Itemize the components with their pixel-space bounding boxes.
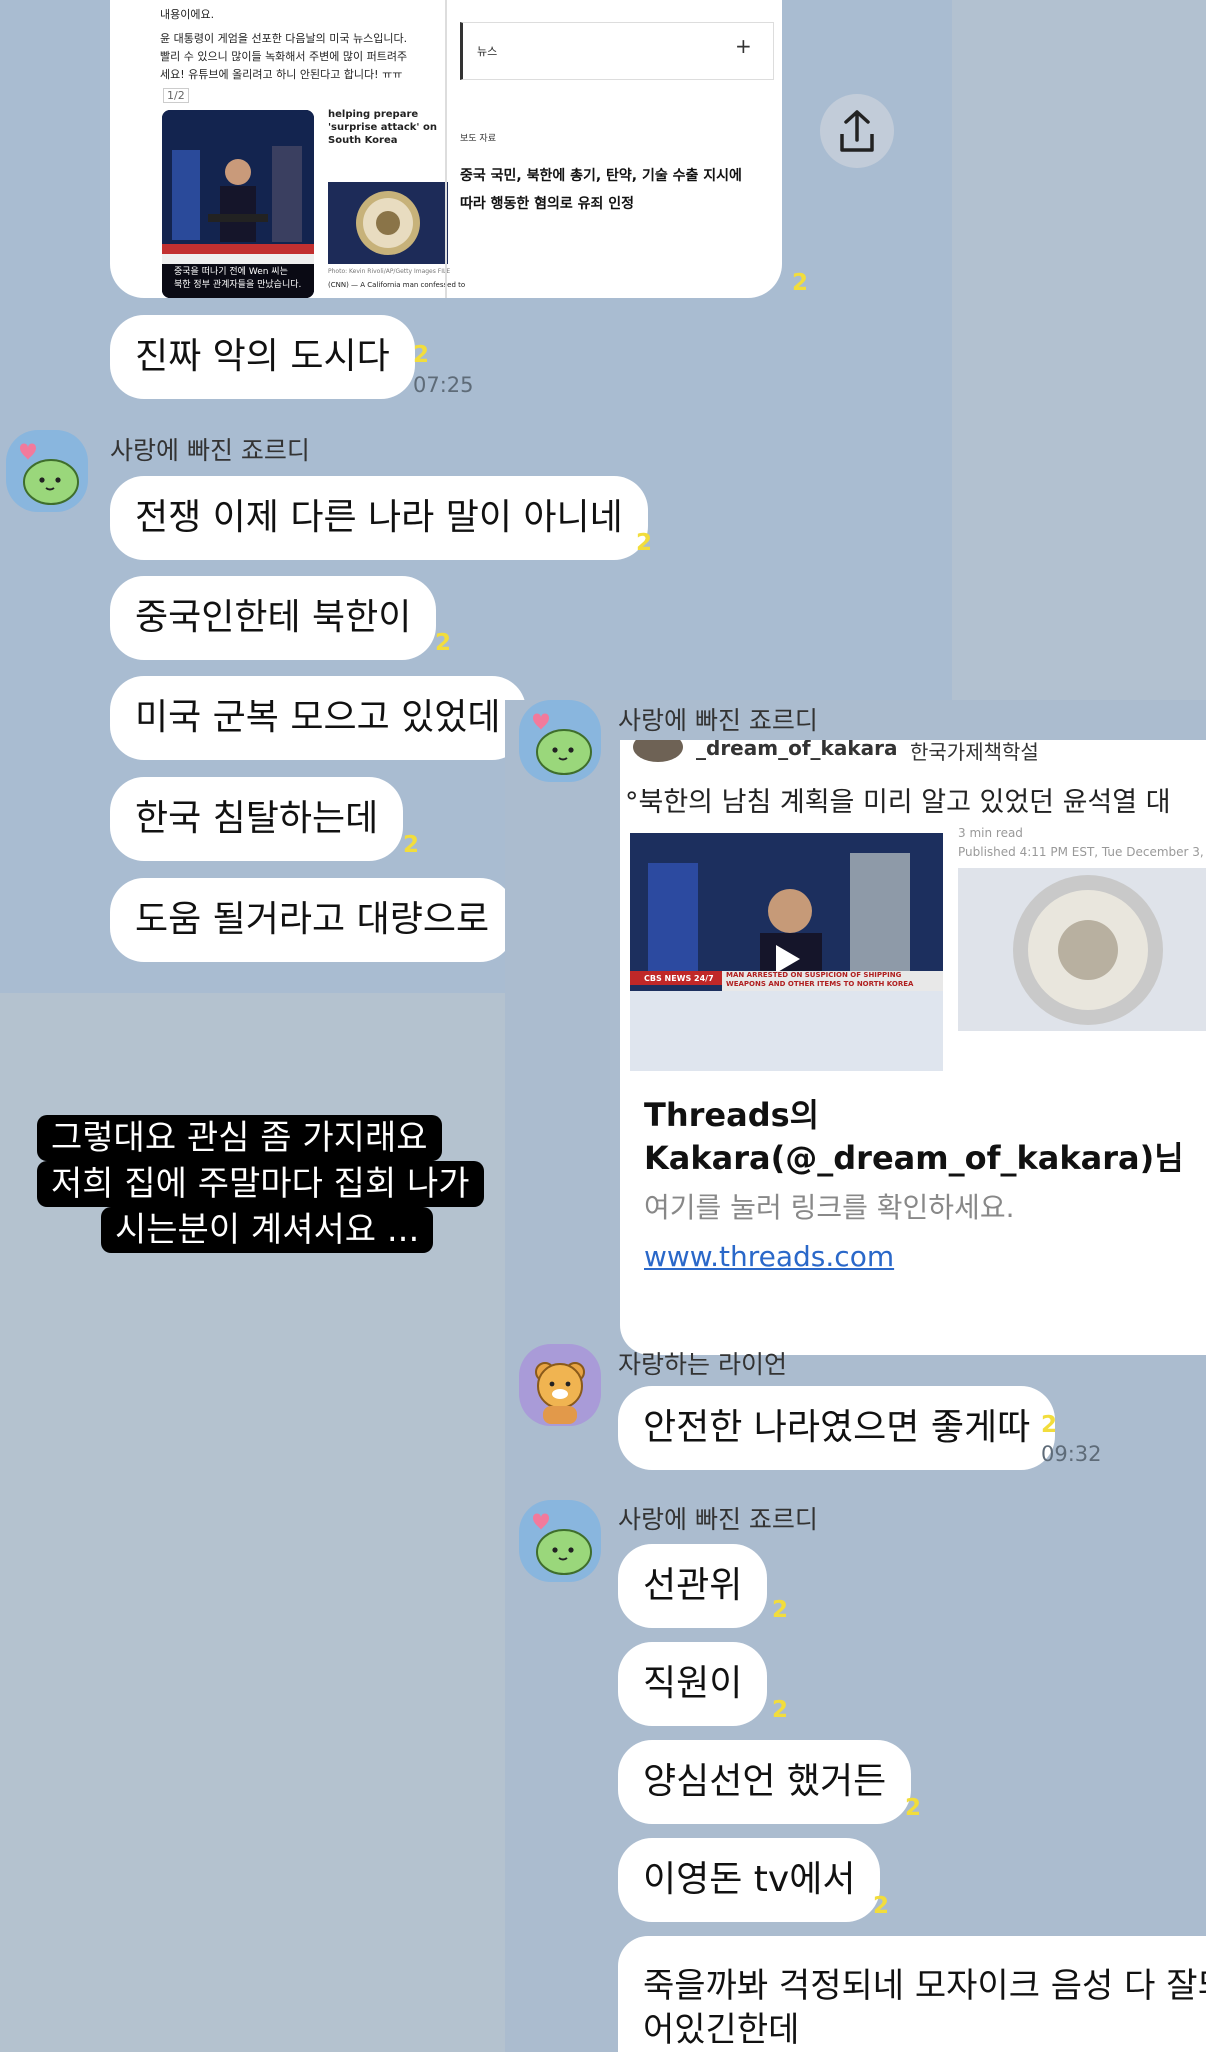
share-icon	[840, 110, 874, 152]
divider	[445, 0, 447, 298]
message-bubble[interactable]: 전쟁 이제 다른 나라 말이 아니네	[110, 476, 648, 560]
message-time: 07:25	[413, 373, 474, 397]
message-bubble[interactable]: 중국인한테 북한이	[110, 576, 437, 660]
unread-count: 2	[792, 270, 809, 296]
unread-count: 2	[772, 1697, 789, 1723]
background-pane	[952, 0, 1206, 700]
video-frame-graphic	[630, 833, 943, 1071]
jordy-icon	[20, 443, 79, 505]
published-date: Published 4:11 PM EST, Tue December 3, 2…	[958, 845, 1206, 859]
shot-text-line: 내용이에요.	[160, 8, 215, 21]
article-headline: helping prepare 'surprise attack' on Sou…	[328, 109, 437, 146]
unread-count: 2	[403, 832, 420, 858]
unread-count: 2	[413, 342, 430, 368]
sender-name: 사랑에 빠진 죠르디	[618, 706, 818, 735]
avatar-jordy[interactable]	[6, 430, 88, 512]
message-bubble[interactable]: 이영돈 tv에서	[618, 1838, 881, 1922]
photo-credit: Photo: Kevin Rivoli/AP/Getty Images FILE	[328, 268, 451, 275]
sender-name: 사랑에 빠진 죠르디	[110, 436, 310, 465]
account-handle: _dream_of_kakara	[696, 740, 898, 760]
avatar-jordy[interactable]	[519, 700, 601, 782]
jordy-icon	[533, 1513, 592, 1575]
message-bubble[interactable]: 미국 군복 모으고 있었데	[110, 676, 526, 760]
link-url[interactable]: www.threads.com	[644, 1240, 894, 1273]
video-banner: MAN ARRESTED ON SUSPICION OF SHIPPING WE…	[726, 971, 914, 988]
message-text: 죽을까봐 걱정되네 모자이크 음성 다 잘되	[643, 1966, 1206, 2006]
story-caption-line: 시는분이 계셔서요 ...	[101, 1207, 434, 1253]
unread-count: 2	[905, 1795, 922, 1821]
link-title: Threads의	[644, 1096, 820, 1134]
message-bubble-multiline[interactable]: 죽을까봐 걱정되네 모자이크 음성 다 잘되 어있긴한데	[618, 1936, 1206, 2052]
message-time: 09:32	[1041, 1442, 1102, 1466]
ryan-icon	[535, 1362, 585, 1424]
video-thumbnail: CBS NEWS 24/7 MAN ARRESTED ON SUSPICION …	[630, 833, 943, 1071]
seal-graphic	[356, 191, 420, 255]
chat-panel-right: 사랑에 빠진 죠르디 _dream_of_kakara 한국가제책학설 °북한의…	[505, 700, 1206, 2052]
shot-text-line: 윤 대통령이 게엄을 선포한 다음날의 미국 뉴스입니다.	[160, 32, 408, 45]
press-title: 따라 행동한 혐의로 유죄 인정	[460, 196, 635, 212]
avatar-jordy[interactable]	[519, 1500, 601, 1582]
message-bubble[interactable]: 직원이	[618, 1642, 768, 1726]
press-title: 중국 국민, 북한에 총기, 탄약, 기술 수출 지시에	[460, 168, 742, 184]
caption-text: 저희 집에 주말마다 집회 나가	[51, 1164, 470, 1204]
message-bubble[interactable]: 선관위	[618, 1544, 768, 1628]
unread-count: 2	[636, 530, 653, 556]
avatar-ryan[interactable]	[519, 1344, 601, 1426]
jordy-icon	[533, 713, 592, 775]
sender-name: 사랑에 빠진 죠르디	[618, 1505, 818, 1534]
sender-name: 자랑하는 라이언	[618, 1350, 787, 1379]
story-caption-line: 저희 집에 주말마다 집회 나가	[37, 1161, 484, 1207]
story-caption-line: 그렇대요 관심 좀 가지래요	[37, 1115, 442, 1161]
page-indicator: 1/2	[163, 88, 189, 103]
plus-icon[interactable]: +	[735, 36, 752, 56]
message-bubble[interactable]: 양심선언 했거든	[618, 1740, 912, 1824]
post-subject: 한국가제책학설	[910, 740, 1039, 764]
news-tab-label: 뉴스	[477, 45, 498, 58]
seal-image	[328, 182, 448, 264]
image-message-screenshot[interactable]: 내용이에요. 윤 대통령이 게엄을 선포한 다음날의 미국 뉴스입니다. 빨리 …	[110, 0, 782, 298]
share-button[interactable]	[820, 94, 894, 168]
account-avatar	[633, 740, 683, 762]
unread-count: 2	[772, 1597, 789, 1623]
link-preview-card[interactable]: _dream_of_kakara 한국가제책학설 °북한의 남침 계획을 미리 …	[620, 740, 1206, 1355]
link-title: Kakara(@_dream_of_kakara)님	[644, 1139, 1184, 1177]
message-text: 어있긴한데	[643, 2010, 800, 2050]
press-label: 보도 자료	[460, 134, 496, 144]
message-bubble[interactable]: 진짜 악의 도시다	[110, 315, 415, 399]
video-caption: 북한 정부 관계자들을 만났습니다.	[174, 280, 302, 290]
read-time: 3 min read	[958, 826, 1023, 840]
shot-text-line: 세요! 유튜브에 올리려고 하니 안된다고 합니다! ㅠㅠ	[160, 68, 403, 81]
link-description: 여기를 눌러 링크를 확인하세요.	[644, 1191, 1015, 1224]
message-bubble[interactable]: 도움 될거라고 대량으로	[110, 878, 515, 962]
seal-image	[958, 868, 1206, 1031]
message-bubble[interactable]: 한국 침탈하는데	[110, 777, 404, 861]
news-brand: CBS NEWS 24/7	[644, 974, 714, 983]
video-thumbnail: 중국을 떠나기 전에 Wen 씨는 북한 정부 관계자들을 만났습니다.	[162, 110, 314, 298]
unread-count: 2	[873, 1893, 890, 1919]
caption-text: 시는분이 계셔서요 ...	[115, 1210, 420, 1250]
news-tab-box[interactable]: 뉴스 +	[460, 22, 774, 80]
unread-count: 2	[1041, 1412, 1058, 1438]
seal-graphic	[1013, 875, 1163, 1025]
post-text: °북한의 남침 계획을 미리 알고 있었던 윤석열 대	[625, 787, 1171, 818]
shot-text-line: 빨리 수 있으니 많이들 녹화해서 주변에 많이 퍼트려주	[160, 50, 408, 63]
unread-count: 2	[435, 630, 452, 656]
message-bubble[interactable]: 안전한 나라였으면 좋게따	[618, 1386, 1056, 1470]
video-caption: 중국을 떠나기 전에 Wen 씨는	[174, 267, 288, 277]
caption-text: 그렇대요 관심 좀 가지래요	[51, 1118, 428, 1158]
